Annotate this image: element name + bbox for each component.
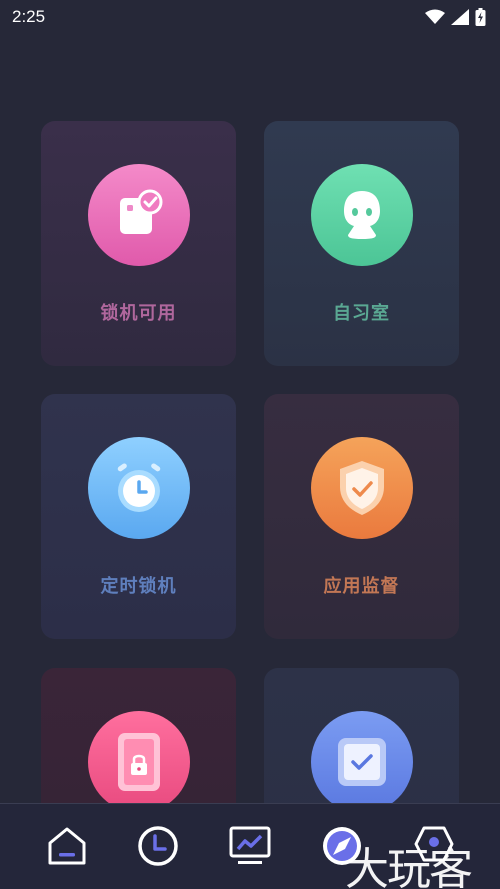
status-bar: 2:25 — [0, 0, 500, 34]
clock-icon — [136, 824, 180, 872]
phone-check-icon — [88, 164, 190, 266]
card-label: 应用监督 — [323, 576, 400, 597]
card-lock-usable[interactable]: 锁机可用 — [41, 121, 236, 366]
checkbox-icon — [311, 711, 413, 813]
card-study-room[interactable]: 自习室 — [264, 121, 459, 366]
nav-stats[interactable] — [228, 826, 272, 870]
wifi-icon — [425, 9, 445, 25]
signal-icon — [451, 9, 469, 25]
robot-icon — [311, 164, 413, 266]
card-label: 自习室 — [333, 303, 390, 324]
shield-check-icon — [311, 437, 413, 539]
nav-home[interactable] — [45, 826, 89, 870]
card-timed-lock[interactable]: 定时锁机 — [41, 394, 236, 639]
watermark-logo: 大玩客 — [345, 844, 473, 889]
chart-monitor-icon — [228, 825, 272, 871]
card-label: 锁机可用 — [100, 303, 177, 324]
alarm-clock-icon — [88, 437, 190, 539]
phone-lock-icon — [88, 711, 190, 813]
home-icon — [46, 825, 88, 871]
battery-charging-icon — [475, 8, 486, 26]
status-time: 2:25 — [12, 7, 46, 26]
card-label: 定时锁机 — [100, 576, 177, 597]
nav-clock[interactable] — [136, 826, 180, 870]
card-app-monitor[interactable]: 应用监督 — [264, 394, 459, 639]
status-icons — [425, 8, 486, 26]
